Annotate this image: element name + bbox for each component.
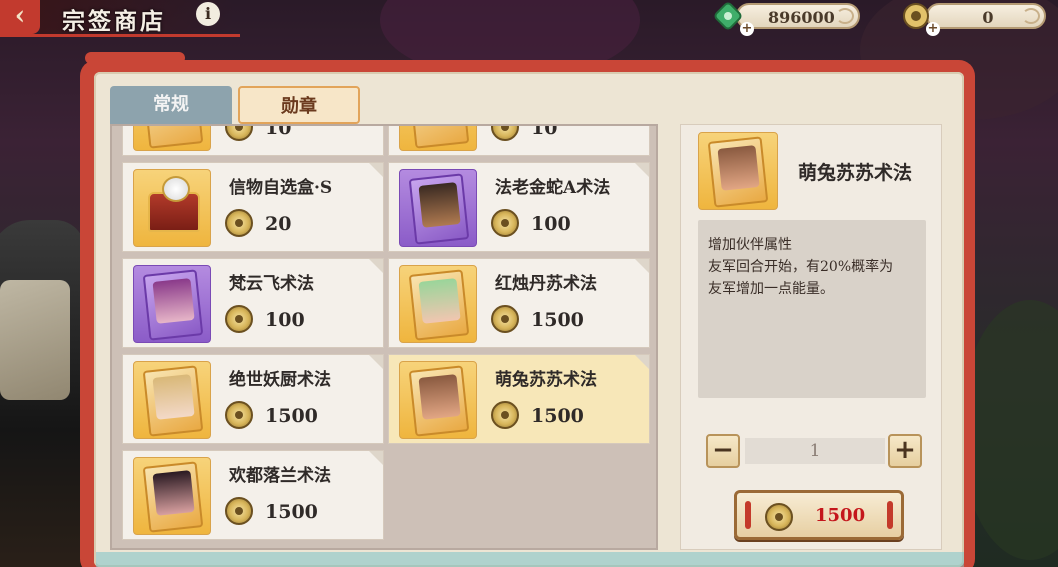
medal-coin-icon	[491, 126, 519, 141]
info-icon[interactable]: i	[196, 2, 220, 26]
item-price: 1500	[265, 405, 318, 427]
shop-item-selected[interactable]: 萌兔苏苏术法 1500	[388, 354, 650, 444]
currency-medal-value: 0	[982, 8, 994, 27]
description-line: 友军回合开始，有20%概率为	[708, 259, 894, 275]
decrease-quantity-button[interactable]: −	[706, 434, 740, 468]
treasure-box-icon	[133, 169, 211, 247]
item-name: 红烛丹苏术法	[495, 274, 597, 294]
medal-coin-icon	[765, 503, 793, 531]
scroll-rod-right	[887, 501, 893, 529]
top-bar: ‹ 宗签商店 i 896000 + 0 +	[0, 0, 1058, 42]
shop-item[interactable]: 信物自选盒·S 20	[122, 162, 384, 252]
corner-fold	[635, 259, 649, 273]
shop-item[interactable]: 10	[122, 124, 384, 156]
medal-coin-icon	[491, 401, 519, 429]
item-list[interactable]: 10 10 信物自选盒·S 20 法老金蛇A术法 100 梵云飞术法 100 红…	[110, 124, 658, 550]
item-price: 100	[265, 309, 305, 331]
swirl-icon	[836, 8, 854, 24]
corner-fold	[369, 451, 383, 465]
corner-fold	[369, 355, 383, 369]
medal-coin-icon	[225, 401, 253, 429]
item-price: 1500	[531, 405, 584, 427]
gold-spell-card-icon	[133, 361, 211, 439]
item-name: 欢都落兰术法	[229, 466, 331, 486]
talisman-card-icon	[133, 126, 211, 151]
item-price: 10	[531, 124, 558, 139]
shop-item[interactable]: 欢都落兰术法 1500	[122, 450, 384, 540]
detail-item-name: 萌兔苏苏术法	[798, 162, 913, 184]
currency-jade-value: 896000	[768, 8, 835, 27]
currency-jade: 896000	[736, 3, 860, 29]
swirl-icon	[1022, 8, 1040, 24]
bottom-decoration	[96, 552, 964, 567]
shop-item[interactable]: 梵云飞术法 100	[122, 258, 384, 348]
gold-spell-card-icon	[133, 457, 211, 535]
increase-quantity-button[interactable]: +	[888, 434, 922, 468]
item-price: 1500	[265, 501, 318, 523]
gold-spell-card-icon	[399, 361, 477, 439]
corner-fold	[369, 259, 383, 273]
item-price: 100	[531, 213, 571, 235]
item-name: 法老金蛇A术法	[495, 178, 611, 198]
corner-fold	[635, 163, 649, 177]
detail-description: 增加伙伴属性 友军回合开始，有20%概率为 友军增加一点能量。	[698, 220, 926, 398]
item-name: 绝世妖厨术法	[229, 370, 331, 390]
back-arrow-icon[interactable]: ‹	[0, 0, 40, 34]
shop-item[interactable]: 10	[388, 124, 650, 156]
page-title: 宗签商店	[62, 8, 166, 35]
description-line: 友军增加一点能量。	[708, 281, 834, 297]
tab-medal[interactable]: 勋章	[238, 86, 360, 124]
shop-item[interactable]: 法老金蛇A术法 100	[388, 162, 650, 252]
item-price: 1500	[531, 309, 584, 331]
medal-coin-icon	[491, 305, 519, 333]
shop-item[interactable]: 绝世妖厨术法 1500	[122, 354, 384, 444]
add-jade-plus-icon[interactable]: +	[740, 22, 754, 36]
title-underline	[0, 34, 240, 37]
talisman-card-icon	[399, 126, 477, 151]
item-name: 信物自选盒·S	[229, 178, 333, 198]
quantity-field[interactable]: 1	[745, 438, 885, 464]
purple-spell-card-icon	[399, 169, 477, 247]
buy-price: 1500	[815, 505, 866, 526]
item-price: 10	[265, 124, 292, 139]
medal-coin-icon	[225, 209, 253, 237]
item-name: 萌兔苏苏术法	[495, 370, 597, 390]
medal-coin-icon	[225, 497, 253, 525]
corner-fold	[635, 355, 649, 369]
purple-spell-card-icon	[133, 265, 211, 343]
gold-spell-card-icon	[698, 132, 778, 210]
corner-fold	[369, 163, 383, 177]
description-line: 增加伙伴属性	[708, 237, 792, 253]
buy-button[interactable]: 1500	[734, 490, 904, 540]
currency-medal: 0	[926, 3, 1046, 29]
medal-coin-icon	[491, 209, 519, 237]
item-name: 梵云飞术法	[229, 274, 314, 294]
background-character	[0, 220, 85, 567]
shop-item[interactable]: 红烛丹苏术法 1500	[388, 258, 650, 348]
item-price: 20	[265, 213, 292, 235]
medal-coin-icon	[225, 126, 253, 141]
scroll-rod-left	[745, 501, 751, 529]
tab-normal[interactable]: 常规	[110, 86, 232, 124]
medal-coin-icon	[225, 305, 253, 333]
gold-spell-card-icon	[399, 265, 477, 343]
add-medal-plus-icon[interactable]: +	[926, 22, 940, 36]
